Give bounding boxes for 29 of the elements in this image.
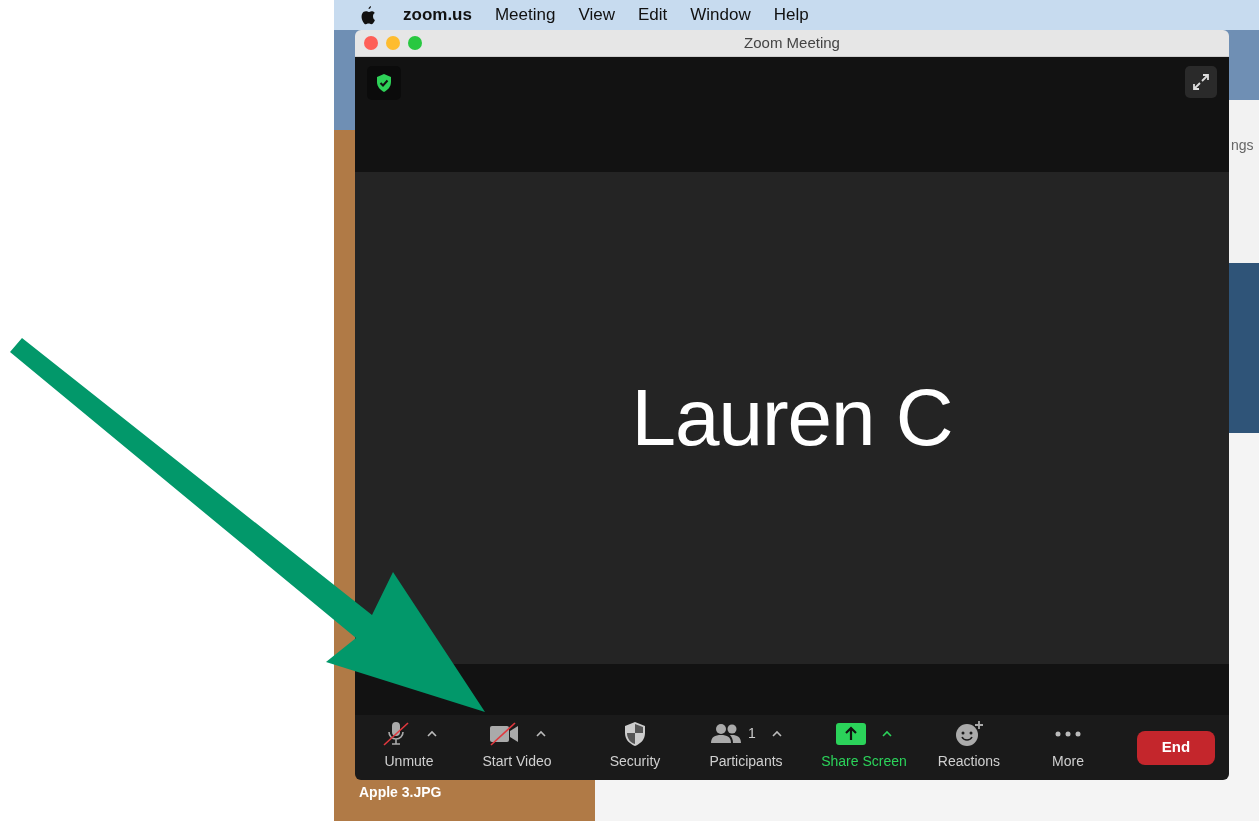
caret-icon[interactable] <box>536 730 546 737</box>
participant-name: Lauren C <box>631 372 953 464</box>
shield-icon <box>623 720 647 747</box>
menu-item[interactable]: View <box>578 2 615 28</box>
ellipsis-icon <box>1054 729 1082 738</box>
file-label: Apple 3.JPG <box>359 783 442 802</box>
smiley-plus-icon <box>954 719 984 748</box>
toolbar-button[interactable]: Start Video <box>451 717 583 778</box>
toolbar-button[interactable]: More <box>1015 717 1121 778</box>
window-title: Zoom Meeting <box>744 32 840 53</box>
toolbar-button[interactable]: 1 Participants <box>687 717 805 778</box>
toolbar-button[interactable]: Security <box>583 717 687 778</box>
menu-item[interactable]: Window <box>690 2 751 28</box>
app-menu[interactable]: zoom.us <box>403 2 472 28</box>
menu-item[interactable]: Meeting <box>494 2 556 28</box>
menu-item[interactable]: Help <box>773 2 809 28</box>
caret-icon[interactable] <box>427 730 437 737</box>
toolbar-button[interactable]: Share Screen <box>805 717 923 778</box>
end-button[interactable]: End <box>1137 730 1215 765</box>
toolbar-button[interactable]: Reactions <box>923 717 1015 778</box>
caret-icon[interactable] <box>771 730 782 737</box>
encryption-shield-icon[interactable] <box>367 66 401 100</box>
fullscreen-icon[interactable] <box>1185 66 1217 98</box>
caret-icon[interactable] <box>882 730 892 737</box>
side-label: ngs <box>1231 136 1254 155</box>
apple-icon[interactable] <box>360 5 376 25</box>
toolbar-button[interactable]: Unmute <box>367 717 451 778</box>
participant-count: 1 <box>748 724 756 743</box>
menu-item[interactable]: Edit <box>638 2 668 28</box>
